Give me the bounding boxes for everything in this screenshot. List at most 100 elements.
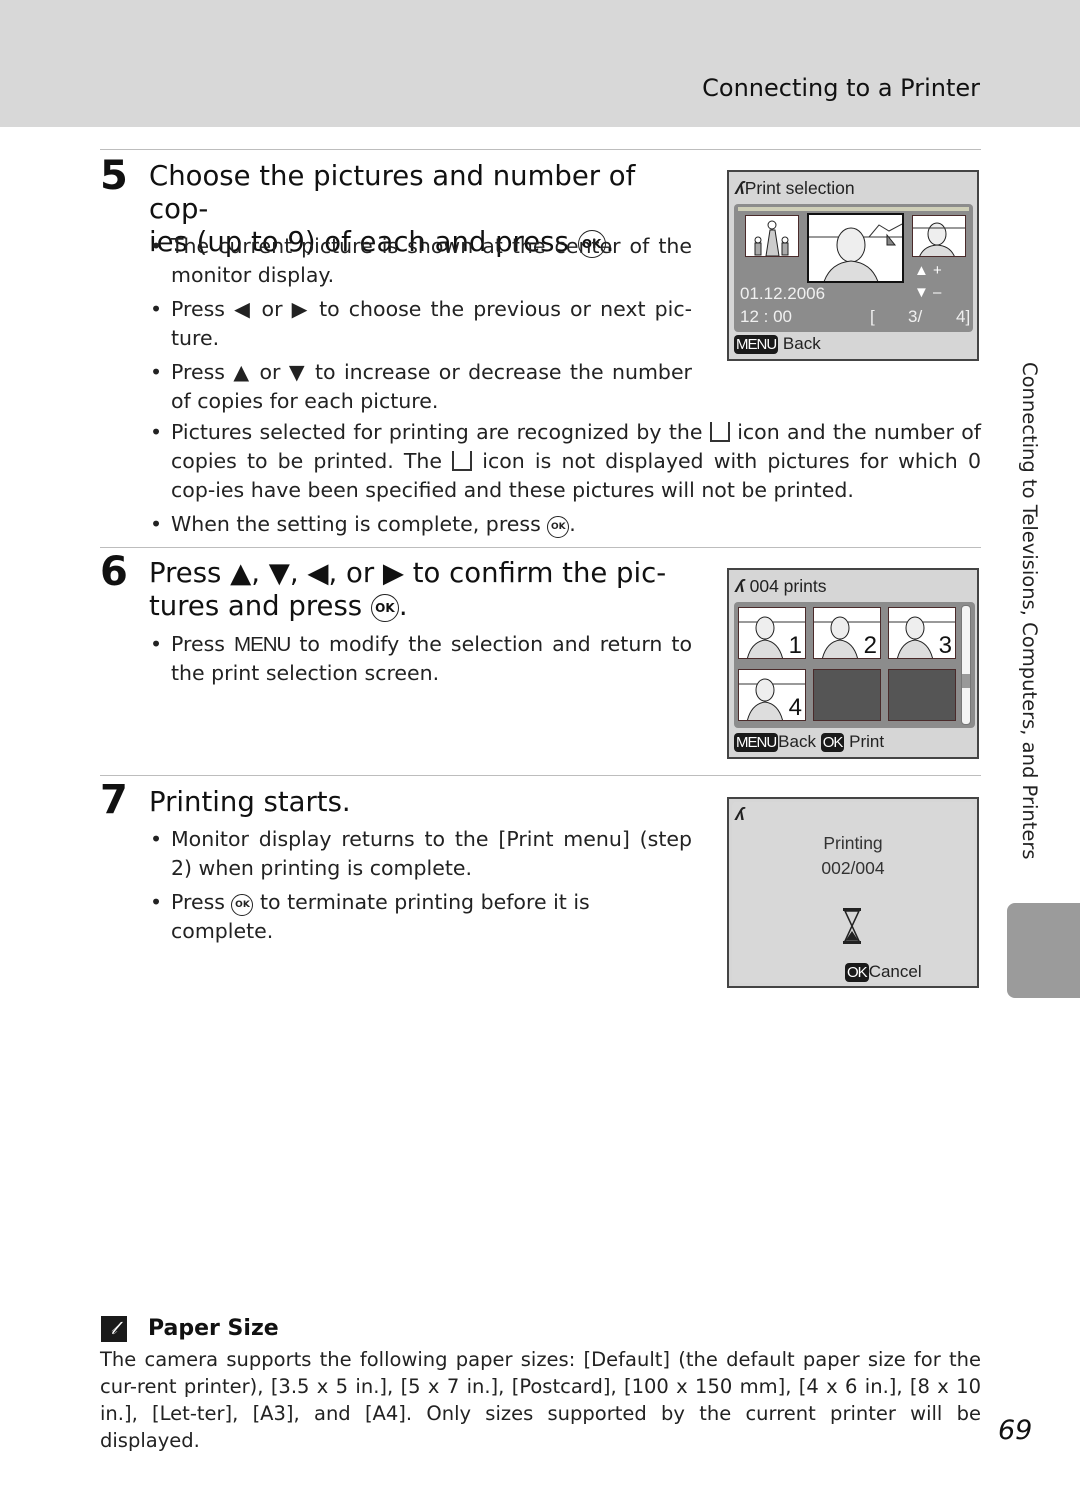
time-readout: 12 : 00 — [740, 307, 792, 326]
step-title: Printing starts. — [149, 786, 351, 818]
counter-total: 4] — [956, 307, 971, 326]
left-arrow-icon: ◀ — [234, 297, 253, 321]
copies-up-control[interactable]: ▲ + — [914, 262, 942, 279]
divider — [100, 775, 981, 776]
scrollbar[interactable] — [961, 605, 971, 725]
back-control[interactable]: MENU Back — [734, 334, 821, 354]
scrollbar-thumb[interactable] — [962, 674, 970, 688]
bullet-item: Press MENU to modify the selection and r… — [150, 630, 692, 688]
text: Press — [171, 632, 234, 656]
thumbnail-current[interactable] — [807, 213, 904, 283]
note-paperclip-icon: 𝓁 — [101, 1316, 127, 1342]
date-readout: 01.12.2006 — [740, 284, 826, 303]
chapter-label-text: Connecting to Televisions, Computers, an… — [1018, 362, 1041, 860]
thumbnail[interactable]: 1 — [738, 607, 806, 659]
lcd-panel: ▲ + ▼ – 01.12.2006 12 : 00 [ 3/ 4] — [734, 204, 973, 332]
print-label: Print — [849, 732, 885, 751]
thumbnail-empty — [813, 669, 881, 721]
lcd-panel — [732, 802, 974, 983]
step-number: 5 — [100, 153, 128, 199]
printer-icon: ʎ — [735, 178, 745, 198]
thumbnail[interactable]: 4 — [738, 669, 806, 721]
menu-button-icon: MENU — [234, 633, 291, 656]
up-arrow-icon: ▲ — [233, 360, 252, 384]
print-order-icon — [709, 422, 730, 442]
step-bullets: Monitor display returns to the [Print me… — [150, 825, 692, 951]
lcd-print-confirm: ʎ 004 prints 1 2 3 4 MENU Back OK Print — [727, 568, 979, 759]
lcd-printing: ʎ Printing 002/004 OK Cancel — [727, 797, 979, 988]
copies-count: 4 — [788, 694, 802, 721]
step-number: 7 — [100, 777, 128, 823]
note-body: The camera supports the following paper … — [100, 1348, 981, 1452]
thumbnail-empty — [888, 669, 956, 721]
page-number: 69 — [998, 1415, 1033, 1446]
step-title: Press ▲, ▼, ◀, or ▶ to confirm the pic- … — [149, 557, 694, 623]
lcd-panel: 1 2 3 4 — [734, 602, 975, 728]
scroll-strip — [738, 207, 969, 211]
menu-button-icon: MENU — [734, 733, 779, 752]
printing-progress: 002/004 — [821, 858, 885, 878]
plus-label: + — [933, 262, 942, 279]
thumbnail-next[interactable] — [912, 215, 966, 257]
step-title-line: tures and press OK. — [149, 590, 408, 622]
chapter-side-label: Connecting to Televisions, Computers, an… — [1013, 362, 1043, 887]
step-bullets: Press MENU to modify the selection and r… — [150, 630, 692, 693]
print-control[interactable]: OK Print — [820, 732, 885, 752]
copies-count: 2 — [863, 632, 877, 659]
text: . — [569, 512, 576, 536]
copies-count: 1 — [788, 632, 802, 659]
down-arrow-icon: ▼ — [288, 360, 307, 384]
lcd-title: ʎPrint selection — [735, 178, 855, 199]
photo-family-icon — [754, 220, 789, 256]
printer-icon: ʎ — [735, 576, 745, 596]
lcd-title: ʎ 004 prints — [735, 576, 826, 597]
bullet-item: Press ▲ or ▼ to increase or decrease the… — [150, 358, 692, 416]
bullet-item: Press ◀ or ▶ to choose the previous or n… — [150, 295, 692, 353]
bullet-item: Monitor display returns to the [Print me… — [150, 825, 692, 883]
bullet-item: Press OK to terminate printing before it… — [150, 888, 692, 946]
step-title-line: Choose the pictures and number of cop- — [149, 160, 636, 225]
cancel-control[interactable]: OK Cancel — [845, 962, 922, 982]
copies-count: 3 — [938, 632, 952, 659]
back-control[interactable]: MENU Back — [734, 732, 816, 752]
step-title-line: Press ▲, ▼, ◀, or ▶ to confirm the pic- — [149, 557, 667, 589]
thumbnail-prev[interactable] — [745, 215, 799, 257]
bullet-item: When the setting is complete, press OK. — [150, 510, 981, 539]
ok-button-icon: OK — [370, 594, 399, 622]
step-bullets: The current picture is shown at the cent… — [150, 232, 692, 421]
up-arrow-icon: ▲ — [914, 262, 929, 279]
right-arrow-icon: ▶ — [291, 297, 310, 321]
divider — [100, 149, 981, 150]
text: When the setting is complete, press — [171, 512, 548, 536]
lcd-title-text: Print selection — [744, 178, 855, 198]
text: Press — [171, 360, 234, 384]
print-order-icon — [452, 451, 473, 471]
text: or — [252, 297, 292, 321]
printing-status: Printing — [823, 833, 883, 853]
back-label: Back — [782, 334, 821, 353]
footer-controls: MENU Back OK Print — [734, 732, 884, 752]
copies-down-control[interactable]: ▼ – — [914, 284, 941, 301]
text: Press — [171, 297, 235, 321]
thumbnail[interactable]: 3 — [888, 607, 956, 659]
down-arrow-icon: ▼ — [914, 284, 929, 301]
cancel-label: Cancel — [868, 962, 922, 981]
section-title: Connecting to a Printer — [702, 74, 980, 102]
chapter-tab[interactable] — [1007, 903, 1080, 998]
ok-button-icon: OK — [845, 963, 869, 982]
step-bullets-wide: Pictures selected for printing are recog… — [150, 418, 981, 544]
ok-button-icon: OK — [820, 733, 845, 752]
text: or — [251, 360, 289, 384]
minus-label: – — [933, 284, 942, 301]
text: Pictures selected for printing are recog… — [171, 420, 710, 444]
text: Press — [171, 890, 232, 914]
printer-icon: ʎ — [735, 804, 745, 824]
back-label: Back — [778, 732, 816, 751]
lcd-print-selection: ʎPrint selection ▲ + ▼ – 01.12.2006 12 :… — [727, 170, 979, 361]
ok-button-icon: OK — [547, 516, 570, 538]
counter-bracket: [ — [870, 307, 875, 326]
menu-button-icon: MENU — [734, 335, 779, 354]
thumbnail[interactable]: 2 — [813, 607, 881, 659]
bullet-item: The current picture is shown at the cent… — [150, 232, 692, 290]
ok-button-icon: OK — [231, 894, 254, 916]
